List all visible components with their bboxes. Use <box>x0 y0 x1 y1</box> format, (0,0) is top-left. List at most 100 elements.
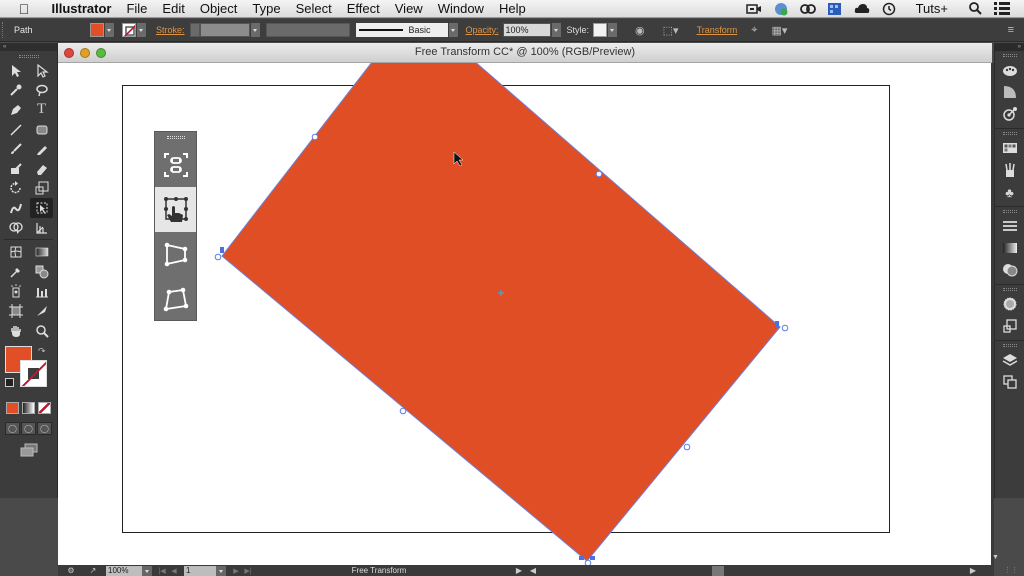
symbols-icon[interactable]: ♣ <box>995 181 1024 203</box>
spotlight-search-icon[interactable] <box>967 2 983 16</box>
perspective-grid-tool-icon[interactable] <box>30 218 53 238</box>
stroke-weight-input[interactable] <box>199 23 250 37</box>
graphic-style-swatch[interactable] <box>593 23 608 37</box>
handle-bottom-right-mid[interactable] <box>683 443 691 451</box>
stroke-color-box[interactable] <box>20 360 47 388</box>
anchor-point[interactable] <box>579 556 584 560</box>
menu-app-name[interactable]: Illustrator <box>44 1 119 16</box>
stroke-weight-stepper[interactable] <box>189 23 200 37</box>
hand-tool-icon[interactable] <box>4 321 27 341</box>
last-artboard-button[interactable]: ▶| <box>242 567 254 575</box>
tools-panel-grip[interactable] <box>0 51 57 61</box>
control-bar-grip[interactable] <box>2 22 6 38</box>
color-guide-icon[interactable] <box>995 81 1024 103</box>
anchor-point[interactable] <box>775 321 779 327</box>
creative-cloud-icon[interactable] <box>799 2 816 16</box>
scale-tool-icon[interactable] <box>30 179 53 199</box>
line-segment-tool-icon[interactable] <box>4 120 27 140</box>
menu-effect[interactable]: Effect <box>339 1 387 16</box>
opacity-dropdown[interactable] <box>551 23 561 37</box>
handle-top-left-mid[interactable] <box>311 133 319 141</box>
brush-definition[interactable]: Basic <box>355 23 448 37</box>
panel-group-grip[interactable] <box>995 207 1024 215</box>
warp-tool-icon[interactable] <box>4 198 27 218</box>
menu-select[interactable]: Select <box>288 1 339 16</box>
free-transform-widget-grip[interactable] <box>155 132 196 142</box>
transform-panel-link[interactable]: Transform <box>697 25 738 35</box>
menu-help[interactable]: Help <box>491 1 533 16</box>
previous-artboard-button[interactable]: ◀ <box>168 567 180 575</box>
column-graph-tool-icon[interactable] <box>30 282 53 302</box>
panel-group-grip[interactable] <box>995 129 1024 137</box>
menu-edit[interactable]: Edit <box>155 1 192 16</box>
blob-brush-tool-icon[interactable] <box>4 159 27 179</box>
stroke-weight-dropdown[interactable] <box>250 23 260 37</box>
tools-panel-collapse[interactable]: « <box>0 43 57 51</box>
share-icon[interactable]: ↗ <box>86 566 100 575</box>
lasso-tool-icon[interactable] <box>30 81 53 101</box>
window-resize-grip-icon[interactable]: ⋮⋮ <box>1004 566 1018 576</box>
magic-wand-tool-icon[interactable] <box>4 81 27 101</box>
panel-group-grip[interactable] <box>995 285 1024 293</box>
handle-right-corner[interactable] <box>781 324 789 332</box>
screen-mode-icon[interactable] <box>19 443 39 457</box>
graphic-styles-icon[interactable] <box>995 315 1024 337</box>
handle-bottom-left-mid[interactable] <box>399 407 407 415</box>
horizontal-scrollbar-thumb[interactable] <box>712 566 724 576</box>
control-panel-menu-icon[interactable]: ≡ <box>1008 24 1014 36</box>
gradient-tool-icon[interactable] <box>30 242 53 262</box>
appearance-icon[interactable] <box>995 293 1024 315</box>
pencil-tool-icon[interactable] <box>30 139 53 159</box>
panel-group-grip[interactable] <box>995 341 1024 349</box>
next-artboard-button[interactable]: ▶ <box>230 567 242 575</box>
recolor-icon[interactable] <box>995 103 1024 125</box>
variable-width-profile[interactable] <box>265 23 350 37</box>
grid-app-icon[interactable] <box>827 2 843 16</box>
menu-view[interactable]: View <box>387 1 430 16</box>
menu-file[interactable]: File <box>119 1 155 16</box>
brush-dropdown[interactable] <box>448 23 458 37</box>
stroke-swatch[interactable] <box>122 23 136 37</box>
tuts-plus-menu[interactable]: Tuts+ <box>916 1 948 16</box>
eraser-tool-icon[interactable] <box>30 159 53 179</box>
align-selection-icon[interactable]: ⬚▾ <box>663 24 679 37</box>
scroll-down-arrow-icon[interactable]: ▼ <box>992 554 1001 564</box>
perspective-distort-icon[interactable] <box>155 232 196 277</box>
free-transform-tool-icon[interactable] <box>30 198 53 218</box>
rotated-rectangle[interactable] <box>221 63 781 562</box>
recolor-artwork-icon[interactable]: ◉ <box>635 24 645 37</box>
draw-behind-icon[interactable]: ◯ <box>21 422 36 436</box>
first-artboard-button[interactable]: |◀ <box>156 567 168 575</box>
free-distort-icon[interactable] <box>155 277 196 322</box>
zoom-level-dropdown[interactable] <box>142 565 152 576</box>
gradient-icon[interactable] <box>995 237 1024 259</box>
swap-fill-stroke-icon[interactable]: ↷ <box>38 346 46 357</box>
handle-top-right-mid[interactable] <box>595 170 603 178</box>
apple-logo-icon[interactable]:  <box>14 1 34 17</box>
anchor-point[interactable] <box>220 247 224 253</box>
direct-selection-tool-icon[interactable] <box>30 61 53 81</box>
transparency-icon[interactable] <box>995 259 1024 281</box>
artboard-number-input[interactable]: 1 <box>184 565 216 576</box>
time-machine-icon[interactable] <box>881 2 897 16</box>
anchor-point[interactable] <box>590 556 595 560</box>
document-setup-icon[interactable]: ▦▾ <box>771 24 787 37</box>
menu-window[interactable]: Window <box>430 1 491 16</box>
panel-dock-collapse[interactable]: » <box>995 43 1024 51</box>
sync-settings-icon[interactable]: ⚙ <box>64 566 78 575</box>
rotate-tool-icon[interactable] <box>4 179 27 199</box>
stroke-panel-link[interactable]: Stroke: <box>156 25 185 35</box>
canvas[interactable] <box>58 63 991 565</box>
gradient-mode-icon[interactable] <box>22 402 35 415</box>
blend-tool-icon[interactable] <box>30 262 53 282</box>
color-panel-icon[interactable] <box>995 59 1024 81</box>
stroke-icon[interactable] <box>995 215 1024 237</box>
menu-type[interactable]: Type <box>245 1 288 16</box>
symbol-sprayer-tool-icon[interactable] <box>4 282 27 302</box>
scroll-left-arrow-icon[interactable]: ◀ <box>526 566 540 575</box>
fill-swatch[interactable] <box>90 23 104 37</box>
paintbrush-tool-icon[interactable] <box>4 139 27 159</box>
zoom-level-input[interactable]: 100% <box>106 565 142 576</box>
cloud-icon[interactable] <box>854 2 870 16</box>
scroll-right-arrow-icon[interactable]: ▶ <box>966 566 980 575</box>
